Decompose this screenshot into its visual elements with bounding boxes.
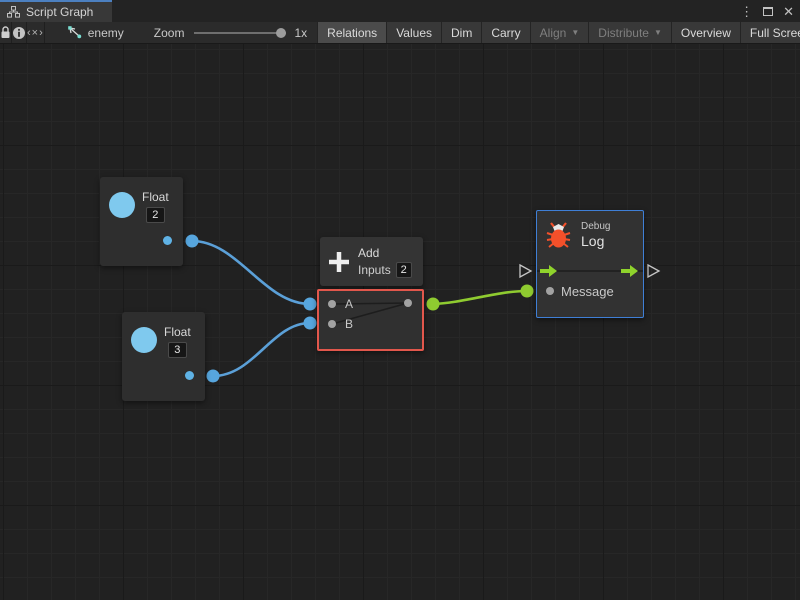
graph-name-label: enemy: [88, 26, 124, 40]
flow-out-arrow-icon: [621, 265, 639, 277]
close-icon[interactable]: ✕: [783, 5, 794, 18]
zoom-label: Zoom: [154, 26, 185, 40]
chevron-down-icon: [571, 29, 579, 37]
zoom-value: 1x: [294, 26, 307, 40]
align-button[interactable]: Align: [530, 22, 589, 43]
zoom-slider-handle[interactable]: [276, 28, 286, 38]
add-input-b-port[interactable]: [328, 320, 336, 328]
values-button[interactable]: Values: [386, 22, 441, 43]
node-category: Debug: [581, 221, 610, 232]
port-b-label: B: [345, 317, 353, 331]
float-node-1[interactable]: Float 2: [100, 177, 183, 266]
toolbar-toggles: Relations Values Dim Carry Align Distrib…: [317, 22, 800, 43]
relations-button[interactable]: Relations: [317, 22, 386, 43]
flow-in-arrow-icon: [540, 265, 558, 277]
maximize-icon[interactable]: [763, 7, 773, 16]
lock-button[interactable]: [0, 22, 12, 43]
inputs-label: Inputs: [358, 263, 391, 277]
add-input-a-port[interactable]: [328, 300, 336, 308]
add-node-body[interactable]: A B: [317, 289, 424, 351]
float-type-icon: [109, 192, 135, 218]
zoom-control: Zoom 1x: [154, 22, 317, 43]
add-output-port[interactable]: [404, 299, 412, 307]
node-title: Add: [358, 246, 412, 260]
overview-button[interactable]: Overview: [671, 22, 740, 43]
tab-script-graph[interactable]: Script Graph: [0, 0, 112, 22]
float-type-icon: [131, 327, 157, 353]
float-output-port[interactable]: [185, 371, 194, 380]
info-button[interactable]: [12, 22, 27, 43]
zoom-slider[interactable]: [194, 32, 286, 34]
node-title: Float: [142, 190, 169, 204]
add-node-header[interactable]: Add Inputs 2: [320, 237, 423, 286]
float-node-2[interactable]: Float 3: [122, 312, 205, 401]
inputs-count-input[interactable]: 2: [396, 262, 412, 278]
graph-pointer-icon: [67, 26, 82, 39]
graph-hierarchy-icon: [7, 6, 20, 18]
plus-icon: [327, 250, 351, 274]
port-a-label: A: [345, 297, 353, 311]
debug-message-port[interactable]: [546, 287, 554, 295]
lock-icon: [0, 26, 11, 39]
debug-bug-icon: [545, 221, 572, 249]
code-icon: ‹×›: [27, 27, 44, 39]
window-menu-icon[interactable]: ⋮: [740, 5, 753, 18]
graph-breadcrumb[interactable]: enemy: [67, 22, 124, 43]
message-port-label: Message: [561, 284, 614, 299]
node-title: Log: [581, 233, 610, 249]
dim-button[interactable]: Dim: [441, 22, 481, 43]
debug-log-node[interactable]: Debug Log Message: [536, 210, 644, 318]
float-value-input[interactable]: 2: [146, 207, 165, 223]
distribute-button[interactable]: Distribute: [588, 22, 671, 43]
tab-title: Script Graph: [26, 5, 93, 19]
info-icon: [12, 26, 26, 40]
node-title: Float: [164, 325, 191, 339]
float-output-port[interactable]: [163, 236, 172, 245]
title-bar: Script Graph ⋮ ✕: [0, 0, 800, 22]
float-value-input[interactable]: 3: [168, 342, 187, 358]
chevron-down-icon: [654, 29, 662, 37]
code-view-button[interactable]: ‹×›: [27, 22, 45, 43]
graph-toolbar: ‹×› enemy Zoom 1x Relations Values Dim C…: [0, 22, 800, 44]
carry-button[interactable]: Carry: [481, 22, 529, 43]
fullscreen-button[interactable]: Full Screen: [740, 22, 800, 43]
